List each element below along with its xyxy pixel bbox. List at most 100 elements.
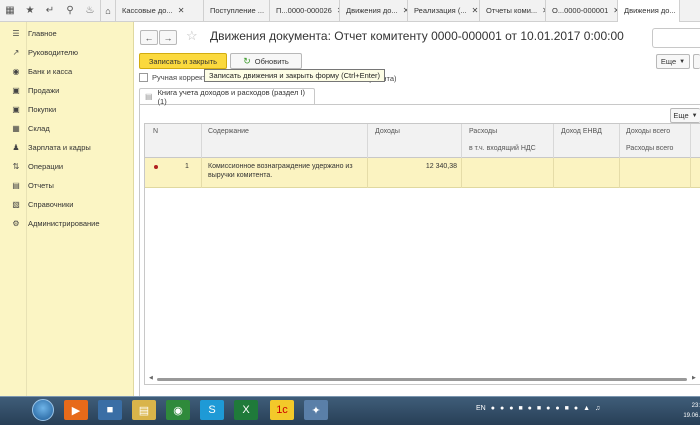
tray-app-icon[interactable]: ●	[528, 405, 532, 412]
favorite-star-icon[interactable]: ☆	[186, 28, 198, 44]
tab-document-26[interactable]: П...0000-000026✕	[270, 0, 340, 22]
sidebar-item-main[interactable]: ☰ Главное	[0, 24, 133, 43]
scroll-right-icon[interactable]: ▶	[692, 375, 696, 381]
column-header-income[interactable]: Доходы	[375, 128, 400, 135]
manual-correction-checkbox[interactable]: Ручная корректи	[139, 73, 210, 82]
sidebar-item-bank[interactable]: ◉ Банк и касса	[0, 62, 133, 81]
chart-icon: ▤	[12, 181, 20, 190]
sidebar-item-sales[interactable]: ▣ Продажи	[0, 81, 133, 100]
tab-label: Отчеты коми...	[486, 6, 538, 15]
tab-document-1[interactable]: О...0000-000001✕	[546, 0, 618, 22]
column-header-n[interactable]: N	[153, 128, 158, 135]
sidebar-item-label: Отчеты	[28, 181, 54, 190]
skype-icon[interactable]: S	[200, 400, 224, 420]
sidebar-item-administration[interactable]: ⚙ Администрирование	[0, 214, 133, 233]
more-button-edge[interactable]	[693, 54, 700, 69]
sidebar-item-label: Администрирование	[28, 219, 100, 228]
excel-icon[interactable]: X	[234, 400, 258, 420]
tray-app-icon[interactable]: ■	[537, 405, 541, 412]
column-divider	[690, 158, 691, 188]
save-and-close-button[interactable]: Записать и закрыть	[139, 53, 227, 69]
grid-more-button[interactable]: Еще ▼	[670, 108, 700, 123]
forward-button[interactable]: →	[159, 30, 177, 45]
clock[interactable]: 23: 19.06.	[676, 401, 700, 421]
cart-icon: ▣	[12, 105, 20, 114]
column-header-expenses[interactable]: Расходы	[469, 128, 497, 135]
tray-app-icon[interactable]: ■	[565, 405, 569, 412]
media-player-icon[interactable]: ▶	[64, 400, 88, 420]
scroll-left-icon[interactable]: ◀	[149, 375, 153, 381]
refresh-label: Обновить	[254, 56, 289, 66]
back-button[interactable]: ←	[140, 30, 158, 45]
network-icon[interactable]: ▲	[583, 405, 590, 412]
tab-income-expense-book[interactable]: ▤ Книга учета доходов и расходов (раздел…	[139, 87, 315, 106]
tray-app-icon[interactable]: ●	[509, 405, 513, 412]
warehouse-icon: ▦	[12, 124, 20, 133]
language-indicator[interactable]: EN	[476, 405, 486, 412]
search-icon[interactable]: ⚲	[60, 0, 80, 22]
star-icon[interactable]: ★	[20, 0, 40, 22]
column-divider	[461, 124, 462, 158]
sidebar-item-salary[interactable]: ♟ Зарплата и кадры	[0, 138, 133, 157]
apps-grid-icon[interactable]: ▦	[0, 0, 20, 22]
sidebar-item-directories[interactable]: ▧ Справочники	[0, 195, 133, 214]
horizontal-scrollbar[interactable]: ◀ ▶	[149, 375, 697, 382]
cell-income: 12 340,38	[425, 163, 457, 170]
tab-label: Реализация (...	[414, 6, 467, 15]
book-icon: ▧	[12, 200, 20, 209]
sidebar-item-reports[interactable]: ▤ Отчеты	[0, 176, 133, 195]
save-disk-icon[interactable]: ■	[98, 400, 122, 420]
checkbox-box[interactable]	[139, 73, 148, 82]
refresh-button[interactable]: ↻ Обновить	[230, 53, 302, 69]
1c-app-icon[interactable]: 1c	[270, 400, 294, 420]
close-icon[interactable]: ✕	[472, 6, 479, 15]
tray-app-icon[interactable]: ●	[546, 405, 550, 412]
gear-icon: ⚙	[12, 219, 20, 228]
bell-icon[interactable]: ♨	[80, 0, 100, 22]
folder-icon[interactable]: ▤	[132, 400, 156, 420]
tray-app-icon[interactable]: ●	[574, 405, 578, 412]
volume-icon[interactable]: ♫	[595, 405, 600, 412]
sidebar-item-warehouse[interactable]: ▦ Склад	[0, 119, 133, 138]
tray-app-icon[interactable]: ■	[518, 405, 522, 412]
column-divider	[201, 158, 202, 188]
history-icon[interactable]: ↵	[40, 0, 60, 22]
paint-icon[interactable]: ✦	[304, 400, 328, 420]
tab-sales[interactable]: Реализация (... ✕	[408, 0, 480, 22]
tab-movements-active[interactable]: Движения до...	[618, 0, 680, 22]
tab-receipt[interactable]: Поступление ...✕	[204, 0, 270, 22]
tray-app-icon[interactable]: ●	[555, 405, 559, 412]
column-header-expenses-vat[interactable]: в т.ч. входящий НДС	[469, 145, 536, 152]
column-header-income-total[interactable]: Доходы всего	[626, 128, 670, 135]
column-divider	[553, 158, 554, 188]
tab-cash-documents[interactable]: Кассовые до... ✕	[116, 0, 204, 22]
tab-label: Движения до...	[624, 6, 676, 15]
bank-icon: ◉	[12, 67, 20, 76]
sidebar-item-label: Покупки	[28, 105, 57, 114]
column-divider	[553, 124, 554, 158]
dropdown-arrow-icon: ▼	[679, 58, 686, 65]
sidebar-item-label: Зарплата и кадры	[28, 143, 91, 152]
tray-app-icon[interactable]: ●	[491, 405, 495, 412]
home-icon[interactable]: ⌂	[100, 0, 116, 22]
tab-label: Книга учета доходов и расходов (раздел I…	[157, 87, 306, 106]
sidebar-item-operations[interactable]: ⇅ Операции	[0, 157, 133, 176]
tab-label: П...0000-000026	[276, 6, 332, 15]
column-header-content[interactable]: Содержание	[208, 128, 249, 135]
column-header-envd[interactable]: Доход ЕНВД	[561, 128, 602, 135]
sidebar-item-purchases[interactable]: ▣ Покупки	[0, 100, 133, 119]
trend-icon: ↗	[12, 48, 20, 57]
start-button[interactable]	[32, 399, 54, 421]
tab-movements-1[interactable]: Движения до...✕	[340, 0, 408, 22]
sidebar-item-manager[interactable]: ↗ Руководителю	[0, 43, 133, 62]
close-icon[interactable]: ✕	[178, 6, 185, 15]
main-content: ← → ☆ Движения документа: Отчет комитент…	[134, 22, 700, 396]
column-header-expenses-total[interactable]: Расходы всего	[626, 145, 673, 152]
scrollbar-thumb[interactable]	[157, 378, 687, 381]
tray-app-icon[interactable]: ●	[500, 405, 504, 412]
more-label: Еще	[673, 111, 689, 120]
table-row[interactable]: 1 Комиссионное вознаграждение удержано и…	[145, 158, 700, 188]
chrome-icon[interactable]: ◉	[166, 400, 190, 420]
tab-commission-reports[interactable]: Отчеты коми...✕	[480, 0, 546, 22]
more-button[interactable]: Еще ▼	[656, 54, 690, 69]
